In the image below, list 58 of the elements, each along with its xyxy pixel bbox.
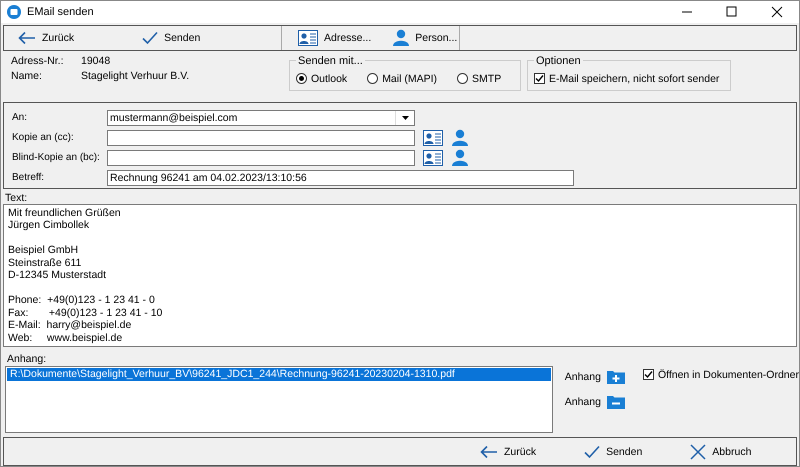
radio-label[interactable]: Mail (MAPI): [382, 72, 438, 85]
attachment-button[interactable]: Anhang: [560, 367, 629, 386]
field-label: Betreff:: [12, 172, 46, 184]
person-button[interactable]: [452, 149, 468, 166]
attachment-label: Anhang:: [7, 353, 48, 366]
toolbar-button[interactable]: Adresse...: [294, 28, 376, 48]
footer-button[interactable]: Zurück: [476, 442, 540, 461]
checkbox[interactable]: [534, 73, 545, 84]
back-arrow-icon: [480, 444, 498, 459]
checkbox[interactable]: [642, 369, 654, 380]
radio-button[interactable]: [296, 73, 307, 84]
message-text-field[interactable]: Mit freundlichen Grüßen Jürgen Cimbollek Beispiel GmbH Steinstraße 611 D-12345 Musterstadt Phone: +49(0)123 - 1 23 41 - 0 Fax: +49(0)123 - 1 23 41 - 10 E-Mail: harry@beispiel.de Web: www.beispiel.de: [3, 204, 797, 348]
toolbar-button[interactable]: Senden: [138, 28, 204, 47]
subject-field[interactable]: Rechnung 96241 am 04.02.2023/13:10:56: [107, 170, 574, 186]
toolbar-button[interactable]: Zurück: [14, 28, 78, 47]
attachment-item[interactable]: R:\Dokumente\Stagelight_Verhuur_BV\96241_JDC1_244\Rechnung-96241-20230204-1310.pdf: [7, 368, 551, 382]
folder-minus-icon: [606, 394, 625, 410]
text-label: Text:: [4, 190, 28, 204]
group-title: Senden mit...: [297, 54, 364, 67]
checkbox-label[interactable]: Öffnen in Dokumenten-Ordner: [658, 368, 799, 381]
radio-label[interactable]: SMTP: [472, 72, 502, 85]
close-icon: [690, 444, 706, 460]
person-icon: [452, 149, 468, 166]
field-label: Name:: [11, 70, 43, 82]
field-label: Blind-Kopie an (bc):: [12, 152, 101, 164]
attachment-button[interactable]: Anhang: [560, 392, 629, 412]
radio-button[interactable]: [457, 73, 468, 84]
radio-button[interactable]: [367, 73, 378, 84]
attachment-list[interactable]: R:\Dokumente\Stagelight_Verhuur_BV\96241_JDC1_244\Rechnung-96241-20230204-1310.pdf: [5, 366, 553, 434]
person-icon: [393, 29, 410, 46]
checkbox-label[interactable]: E-Mail speichern, nicht sofort sender: [549, 72, 720, 85]
recipient-field[interactable]: [107, 150, 415, 166]
footer-button[interactable]: Abbruch: [686, 442, 756, 462]
folder-plus-icon: [606, 369, 625, 384]
app-icon: [7, 5, 21, 19]
dropdown-caret-icon: [402, 116, 408, 120]
field-value: Stagelight Verhuur B.V.: [81, 70, 190, 82]
contact-card-icon: [423, 150, 443, 166]
address-book-button[interactable]: [423, 150, 443, 166]
checkmark-icon: [584, 444, 600, 459]
group-title: Optionen: [535, 54, 582, 67]
address-book-button[interactable]: [423, 130, 443, 146]
contact-card-icon: [298, 30, 318, 46]
toolbar-button[interactable]: Person...: [389, 27, 462, 48]
person-icon: [452, 129, 468, 146]
footer-button[interactable]: Senden: [580, 442, 646, 461]
window-title: EMail senden: [27, 6, 94, 18]
radio-label[interactable]: Outlook: [311, 72, 348, 85]
recipient-dropdown[interactable]: mustermann@beispiel.com: [107, 110, 415, 126]
contact-card-icon: [423, 130, 443, 146]
field-value: 19048: [81, 54, 112, 67]
checkmark-icon: [142, 30, 158, 45]
field-label: Adress-Nr.:: [11, 54, 65, 67]
field-label: An:: [12, 112, 28, 124]
person-button[interactable]: [452, 129, 468, 146]
recipient-field[interactable]: [107, 130, 415, 146]
field-label: Kopie an (cc):: [12, 132, 75, 144]
back-arrow-icon: [18, 30, 36, 45]
